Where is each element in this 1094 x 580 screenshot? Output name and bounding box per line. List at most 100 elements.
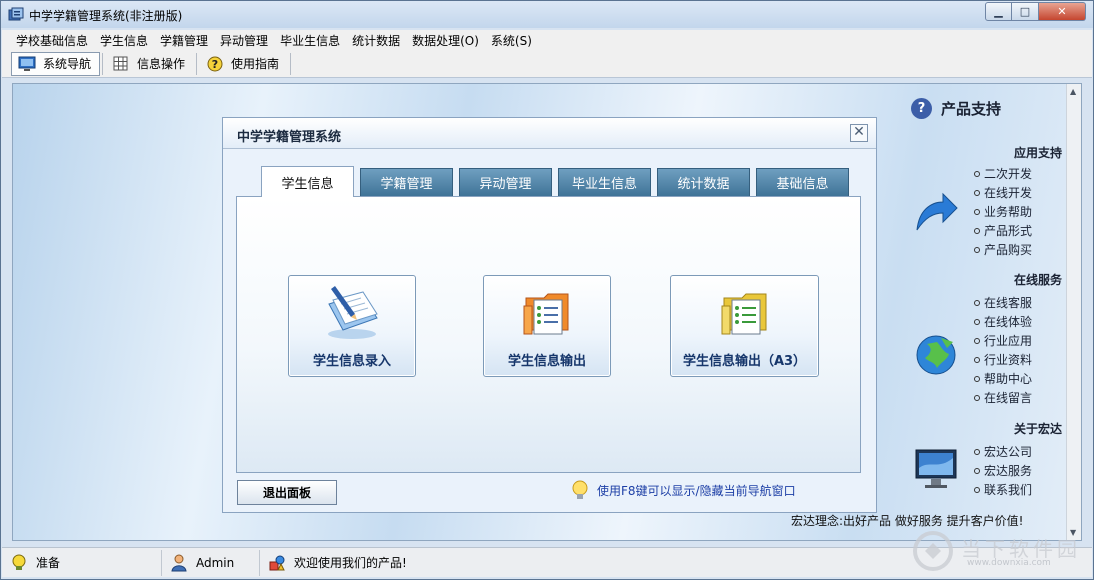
link-product-purchase[interactable]: 产品购买 (974, 240, 1032, 259)
toolbar-separator (290, 52, 292, 75)
folder-document-icon (721, 293, 766, 335)
student-output-label: 学生信息输出 (507, 354, 586, 369)
tab-graduates[interactable]: 毕业生信息 (558, 168, 651, 196)
link-product-form[interactable]: 产品形式 (974, 221, 1032, 240)
support-title: ? 产品支持 (911, 98, 1001, 119)
lightbulb-icon (12, 554, 26, 570)
about-list: 宏达公司 宏达服务 联系我们 (974, 442, 1032, 499)
toolbar-separator (196, 52, 198, 75)
menu-system[interactable]: 系统(S) (485, 32, 538, 49)
f8-hint: 使用F8键可以显示/隐藏当前导航窗口 (569, 479, 796, 501)
close-icon: ✕ (853, 124, 865, 140)
link-online-trial[interactable]: 在线体验 (974, 312, 1032, 331)
link-secondary-dev[interactable]: 二次开发 (974, 164, 1032, 183)
watermark: 当下软件园 www.downxia.com (911, 531, 1081, 573)
product-support-panel: ? 产品支持 应用支持 二次开发 在线开发 业务帮助 产品形式 产品购买 在线服… (911, 98, 1071, 498)
window-title: 中学学籍管理系统(非注册版) (29, 9, 183, 23)
student-entry-button[interactable]: 学生信息录入 (288, 275, 416, 377)
company-motto: 宏达理念:出好产品 做好服务 提升客户价值! (791, 514, 1024, 528)
globe-icon (916, 335, 956, 375)
link-online-cs[interactable]: 在线客服 (974, 293, 1032, 312)
toolbar: 系统导航 信息操作 ? 使用指南 (2, 50, 1092, 78)
link-industry-apps[interactable]: 行业应用 (974, 331, 1032, 350)
app-support-list: 二次开发 在线开发 业务帮助 产品形式 产品购买 (974, 164, 1032, 259)
guide-toolbar-button[interactable]: ? 使用指南 (199, 52, 288, 76)
navigation-panel: 中学学籍管理系统 ✕ 学生信息 学籍管理 异动管理 毕业生信息 统计数据 基础信… (222, 117, 877, 513)
edit-document-icon (328, 286, 378, 339)
tab-transfer[interactable]: 异动管理 (459, 168, 552, 196)
panel-title: 中学学籍管理系统 (237, 130, 342, 145)
status-ready: 准备 (2, 549, 162, 576)
panel-close-button[interactable]: ✕ (850, 124, 868, 142)
monitor-icon (18, 56, 36, 71)
link-contact[interactable]: 联系我们 (974, 480, 1032, 499)
title-bar: 中学学籍管理系统(非注册版) ▁ □ ✕ (1, 1, 1093, 28)
section-heading-about: 关于宏达 (1013, 422, 1062, 436)
menu-school-basic[interactable]: 学校基础信息 (10, 32, 94, 49)
app-icon (8, 7, 24, 21)
close-button[interactable]: ✕ (1039, 2, 1086, 21)
student-output-a3-button[interactable]: 学生信息输出（A3） (670, 275, 819, 377)
status-user-text: Admin (196, 555, 235, 570)
help-icon: ? (207, 56, 223, 71)
maximize-button[interactable]: □ (1012, 2, 1039, 21)
toolbar-separator (102, 52, 104, 75)
scroll-up-icon[interactable]: ▲ (1070, 87, 1076, 96)
nav-toolbar-button[interactable]: 系统导航 (11, 51, 101, 76)
tab-enrollment[interactable]: 学籍管理 (360, 168, 453, 196)
link-help-center[interactable]: 帮助中心 (974, 369, 1032, 388)
info-ops-toolbar-label: 信息操作 (137, 57, 186, 71)
shapes-icon (269, 555, 285, 570)
help-icon-glyph: ? (212, 58, 218, 71)
menu-student-info[interactable]: 学生信息 (94, 32, 154, 49)
menu-statistics[interactable]: 统计数据 (346, 32, 406, 49)
menu-graduates[interactable]: 毕业生信息 (274, 32, 346, 49)
link-service[interactable]: 宏达服务 (974, 461, 1032, 480)
status-user: Admin (162, 549, 260, 576)
menu-bar: 学校基础信息 学生信息 学籍管理 异动管理 毕业生信息 统计数据 数据处理(O)… (2, 30, 1092, 50)
student-output-button[interactable]: 学生信息输出 (483, 275, 611, 377)
support-title-text: 产品支持 (941, 100, 1002, 118)
minimize-button[interactable]: ▁ (985, 2, 1012, 21)
watermark-logo-icon (913, 531, 953, 571)
caption-buttons: ▁ □ ✕ (985, 2, 1086, 21)
link-online-message[interactable]: 在线留言 (974, 388, 1032, 407)
link-business-help[interactable]: 业务帮助 (974, 202, 1032, 221)
link-company[interactable]: 宏达公司 (974, 442, 1032, 461)
exit-panel-button[interactable]: 退出面板 (237, 480, 337, 505)
info-ops-toolbar-button[interactable]: 信息操作 (105, 52, 194, 76)
folder-document-icon (523, 293, 569, 335)
section-heading-online-service: 在线服务 (1013, 273, 1062, 287)
link-industry-docs[interactable]: 行业资料 (974, 350, 1032, 369)
tab-statistics[interactable]: 统计数据 (657, 168, 750, 196)
link-online-dev[interactable]: 在线开发 (974, 183, 1032, 202)
user-icon (171, 554, 187, 571)
online-service-list: 在线客服 在线体验 行业应用 行业资料 帮助中心 在线留言 (974, 293, 1032, 407)
arrow-icon (916, 192, 958, 231)
lightbulb-icon (572, 480, 588, 499)
maximize-icon: □ (1019, 5, 1031, 18)
status-welcome: 欢迎使用我们的产品! (260, 550, 520, 576)
menu-enrollment[interactable]: 学籍管理 (154, 32, 214, 49)
minimize-icon: ▁ (994, 5, 1003, 18)
tab-student-info[interactable]: 学生信息 (261, 166, 354, 197)
watermark-url: www.downxia.com (967, 558, 1051, 568)
student-output-a3-label: 学生信息输出（A3） (682, 354, 807, 369)
guide-toolbar-label: 使用指南 (231, 57, 280, 71)
panel-tabs: 学生信息 学籍管理 异动管理 毕业生信息 统计数据 基础信息 (261, 166, 855, 197)
tab-content: 学生信息录入 学生信息输出 学生信息输出（A3） (236, 196, 861, 473)
status-welcome-text: 欢迎使用我们的产品! (294, 556, 407, 570)
close-icon: ✕ (1057, 5, 1067, 18)
app-window: 中学学籍管理系统(非注册版) ▁ □ ✕ 学校基础信息 学生信息 学籍管理 异动… (0, 0, 1094, 580)
nav-toolbar-label: 系统导航 (43, 57, 92, 71)
menu-data-processing[interactable]: 数据处理(O) (406, 32, 485, 49)
student-entry-label: 学生信息录入 (312, 354, 391, 369)
tab-basic-info[interactable]: 基础信息 (756, 168, 849, 196)
grid-icon (113, 56, 128, 70)
menu-transfer[interactable]: 异动管理 (214, 32, 274, 49)
status-ready-text: 准备 (36, 556, 61, 570)
section-heading-app-support: 应用支持 (1013, 146, 1062, 160)
monitor-icon (915, 449, 957, 488)
help-icon: ? (911, 98, 932, 119)
panel-header: 中学学籍管理系统 ✕ (223, 118, 876, 149)
